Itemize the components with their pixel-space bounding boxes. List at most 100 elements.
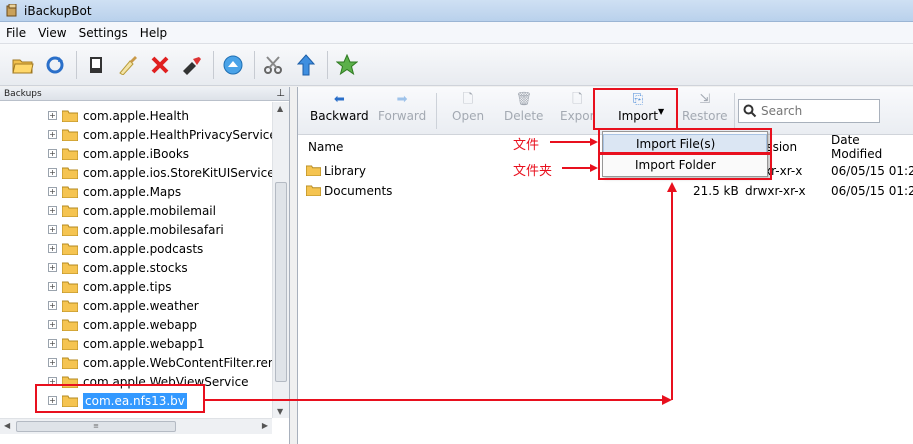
table-row[interactable]: Library (306, 161, 366, 180)
tree-vertical-scrollbar[interactable]: ▲ ▼ (272, 102, 289, 418)
scroll-right-icon[interactable]: ▶ (262, 421, 268, 430)
import-button-highlight (593, 88, 678, 130)
device-icon (90, 56, 102, 73)
scroll-left-icon[interactable]: ◀ (4, 421, 10, 430)
expand-icon[interactable]: + (48, 244, 57, 253)
tree-item[interactable]: + com.apple.Maps (48, 182, 181, 201)
menu-view[interactable]: View (32, 26, 72, 40)
upload-button[interactable] (218, 50, 248, 80)
scroll-down-icon[interactable]: ▼ (277, 407, 283, 416)
expand-icon[interactable]: + (48, 187, 57, 196)
menu-help[interactable]: Help (134, 26, 173, 40)
tree-item[interactable]: + com.apple.WebContentFilter.remc (48, 353, 272, 372)
backup-tree: + com.apple.Health + com.apple.HealthPri… (0, 102, 272, 418)
import-files-highlight (598, 128, 772, 154)
column-header-name[interactable]: Name (308, 137, 343, 157)
tree-horizontal-scrollbar[interactable]: ◀ ≡ ▶ (0, 418, 272, 434)
tree-item[interactable]: + com.apple.weather (48, 296, 199, 315)
scroll-thumb[interactable]: ≡ (16, 421, 176, 432)
app-icon (6, 4, 17, 17)
column-header-date-modified[interactable]: Date Modified (831, 133, 913, 161)
folder-icon (62, 129, 78, 141)
refresh-button[interactable] (40, 50, 70, 80)
row-date: 06/05/15 01:27 (831, 163, 913, 178)
expand-icon[interactable]: + (48, 206, 57, 215)
refresh-icon (46, 56, 64, 73)
expand-icon[interactable]: + (48, 168, 57, 177)
back-arrow-icon: ⬅ (333, 92, 345, 107)
tree-item[interactable]: + com.apple.iBooks (48, 144, 189, 163)
folder-icon (62, 167, 78, 179)
tree-item[interactable]: + com.apple.mobilesafari (48, 220, 224, 239)
expand-icon[interactable]: + (48, 358, 57, 367)
tree-item[interactable]: + com.apple.mobilemail (48, 201, 216, 220)
restore-icon: ⇲ (699, 92, 711, 107)
open-button[interactable]: 🗋 Open (452, 91, 484, 131)
folder-icon (62, 186, 78, 198)
expand-icon[interactable]: + (48, 111, 57, 120)
folder-icon (62, 148, 78, 160)
tree-item[interactable]: + com.apple.ios.StoreKitUIService (48, 163, 272, 182)
window-title: iBackupBot (24, 3, 92, 18)
clean-button[interactable] (113, 50, 143, 80)
folder-icon (62, 338, 78, 350)
forward-button[interactable]: ➡ Forward (378, 91, 426, 131)
row-permission: drwxr-xr-x (745, 183, 806, 198)
scissors-tools-icon (264, 55, 282, 74)
delete-button[interactable] (145, 50, 175, 80)
tree-item[interactable]: + com.apple.tips (48, 277, 171, 296)
menu-settings[interactable]: Settings (73, 26, 134, 40)
toolbar-separator (436, 93, 437, 129)
folder-icon (62, 224, 78, 236)
expand-icon[interactable]: + (48, 149, 57, 158)
expand-icon[interactable]: + (48, 339, 57, 348)
device-button[interactable] (81, 50, 111, 80)
open-backup-button[interactable] (8, 50, 38, 80)
tree-item[interactable]: + com.apple.Health (48, 106, 189, 125)
restore-button[interactable]: ⇲ Restore (682, 91, 728, 131)
up-button[interactable] (291, 50, 321, 80)
pin-icon[interactable]: ⊥ (276, 88, 285, 99)
expand-icon[interactable]: + (48, 130, 57, 139)
menu-bar: File View Settings Help (0, 22, 913, 44)
tree-item[interactable]: + com.apple.podcasts (48, 239, 203, 258)
folder-icon (306, 185, 321, 196)
folder-icon (62, 300, 78, 312)
expand-icon[interactable]: + (48, 282, 57, 291)
expand-icon[interactable]: + (48, 263, 57, 272)
expand-icon[interactable]: + (48, 320, 57, 329)
delete-file-button[interactable]: 🗑 Delete (504, 91, 543, 131)
folder-icon (62, 243, 78, 255)
backups-panel-title: Backups (4, 88, 42, 99)
scroll-thumb[interactable] (275, 182, 287, 382)
folder-icon (62, 319, 78, 331)
tree-item[interactable]: + com.apple.webapp (48, 315, 197, 334)
tool-icon (183, 56, 201, 75)
expand-icon[interactable]: + (48, 301, 57, 310)
folder-icon (62, 110, 78, 122)
favorite-button[interactable] (332, 50, 362, 80)
table-row[interactable]: Documents (306, 181, 392, 200)
toolbar-separator (254, 50, 255, 79)
main-toolbar (0, 44, 913, 86)
expand-icon[interactable]: + (48, 225, 57, 234)
tool-button[interactable] (177, 50, 207, 80)
search-input[interactable] (761, 104, 871, 118)
backward-button[interactable]: ⬅ Backward (310, 91, 369, 131)
row-date: 06/05/15 01:27 (831, 183, 913, 198)
upload-circle-icon (223, 55, 243, 74)
search-box[interactable] (738, 99, 880, 123)
tree-item[interactable]: + com.apple.webapp1 (48, 334, 205, 353)
tree-item[interactable]: + com.apple.HealthPrivacyService (48, 125, 272, 144)
row-size: 21.5 kB (693, 183, 739, 198)
open-file-icon: 🗋 (462, 92, 474, 107)
export-button[interactable]: 🗋 Expor (560, 91, 595, 131)
export-icon: 🗋 (572, 92, 583, 107)
settings-button[interactable] (259, 50, 289, 80)
delete-x-icon (151, 56, 169, 73)
menu-file[interactable]: File (0, 26, 32, 40)
folder-icon (306, 165, 321, 176)
tree-item[interactable]: + com.apple.stocks (48, 258, 188, 277)
scroll-up-icon[interactable]: ▲ (277, 104, 283, 113)
toolbar-separator (327, 50, 328, 79)
